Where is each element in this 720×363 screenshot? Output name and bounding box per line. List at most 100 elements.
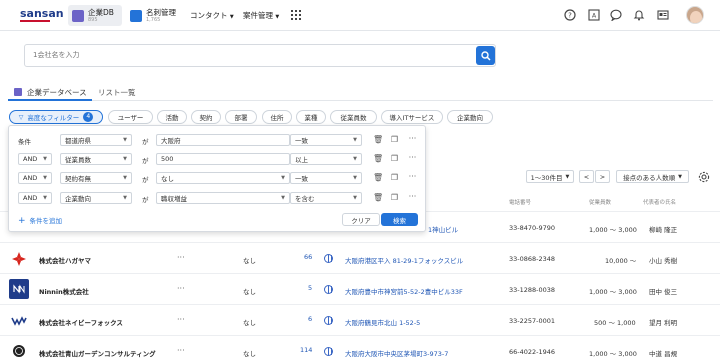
- copy-condition-icon[interactable]: ❐: [390, 135, 399, 145]
- active-tab-indicator: [8, 99, 92, 101]
- chevron-down-icon: ▼: [678, 173, 682, 180]
- company-address[interactable]: 大阪府鶴見市北山 1-52-5: [345, 317, 420, 327]
- more-options-icon[interactable]: ···: [408, 192, 417, 202]
- chevron-down-icon: ▼: [281, 195, 285, 201]
- select-value: AND: [23, 155, 38, 163]
- row-more-icon[interactable]: ···: [177, 346, 185, 355]
- menu-deals[interactable]: 案件管理 ▼: [243, 10, 279, 21]
- chat-icon[interactable]: [609, 8, 623, 22]
- settings-gear-icon[interactable]: [697, 170, 711, 184]
- database-icon: [14, 88, 22, 96]
- filter-value-input[interactable]: 500: [156, 153, 290, 165]
- company-address[interactable]: 大阪府大阪市中央区茅場町3-973-7: [345, 348, 448, 358]
- row-more-icon[interactable]: ···: [177, 315, 185, 324]
- row-divider: [0, 242, 720, 243]
- advanced-filter-chip[interactable]: ▽ 高度なフィルター 4: [9, 110, 103, 124]
- column-header-phone[interactable]: 電話番号: [509, 198, 531, 206]
- sansan-logo[interactable]: sansan: [20, 7, 64, 20]
- tab-company-database[interactable]: 企業データベース: [14, 84, 87, 100]
- row-more-icon[interactable]: ···: [177, 284, 185, 293]
- hagayama-logo-icon: [9, 249, 29, 269]
- filter-value-input[interactable]: 大阪府: [156, 134, 290, 146]
- clear-button[interactable]: クリア: [342, 213, 380, 226]
- website-globe-icon[interactable]: [324, 285, 333, 294]
- column-header-employees[interactable]: 従業員数: [589, 198, 611, 206]
- chip-address[interactable]: 住所: [262, 110, 292, 124]
- more-options-icon[interactable]: ···: [408, 134, 417, 144]
- column-header-representative[interactable]: 代表者の氏名: [643, 198, 676, 206]
- delete-condition-icon[interactable]: 🗑: [373, 154, 383, 164]
- company-name[interactable]: 株式会社ネイビーフォックス: [39, 317, 123, 327]
- filter-search-button[interactable]: 検索: [381, 213, 418, 226]
- contract-status: なし: [243, 350, 256, 358]
- company-name[interactable]: 株式会社青山ガーデンコンサルティング: [39, 348, 156, 358]
- chip-activity[interactable]: 活動: [157, 110, 187, 124]
- sort-select[interactable]: 接点のある人数順 ▼: [616, 170, 689, 183]
- website-globe-icon[interactable]: [324, 254, 333, 263]
- company-address[interactable]: 1神山ビル: [428, 224, 458, 234]
- select-value: 職収増益: [161, 195, 187, 203]
- chip-label: 活動: [165, 114, 179, 122]
- app-company-db[interactable]: 企業DB 895: [68, 5, 122, 26]
- copy-condition-icon[interactable]: ❐: [390, 173, 399, 183]
- filter-field-select[interactable]: 企業動向 ▼: [60, 192, 132, 204]
- logic-select[interactable]: AND ▼: [18, 192, 52, 204]
- chevron-down-icon: ▼: [123, 195, 127, 201]
- delete-condition-icon[interactable]: 🗑: [373, 173, 383, 183]
- more-options-icon[interactable]: ···: [408, 153, 417, 163]
- menu-contact[interactable]: コンタクト ▼: [190, 10, 234, 21]
- contact-count[interactable]: 114: [300, 346, 312, 354]
- company-address[interactable]: 大阪府豊中市神宮前5-52-2豊中ビル33F: [345, 286, 463, 296]
- company-address[interactable]: 大阪府港区平入 81-29-1フォックスビル: [345, 255, 463, 265]
- filter-value-select[interactable]: なし ▼: [156, 172, 290, 184]
- company-name[interactable]: Ninnin株式会社: [39, 286, 89, 296]
- add-condition-button[interactable]: + 条件を追加: [18, 215, 62, 226]
- row-more-icon[interactable]: ···: [177, 253, 185, 262]
- search-icon: [480, 50, 491, 61]
- chip-user[interactable]: ユーザー: [108, 110, 153, 124]
- translate-icon[interactable]: A: [587, 8, 601, 22]
- company-name[interactable]: 株式会社ハガヤマ: [39, 255, 91, 265]
- chip-company-trend[interactable]: 企業動向: [447, 110, 493, 124]
- ga-label: が: [142, 157, 149, 165]
- website-globe-icon[interactable]: [324, 347, 333, 356]
- next-page-button[interactable]: >: [595, 170, 610, 183]
- delete-condition-icon[interactable]: 🗑: [373, 135, 383, 145]
- filter-field-select[interactable]: 都道府県 ▼: [60, 134, 132, 146]
- more-options-icon[interactable]: ···: [408, 172, 417, 182]
- company-employees: 1,000 〜 3,000: [589, 288, 637, 296]
- profile-card-icon[interactable]: [656, 8, 670, 22]
- chip-department[interactable]: 部署: [225, 110, 257, 124]
- contact-count[interactable]: 6: [308, 315, 312, 323]
- filter-operator-select[interactable]: を含む ▼: [290, 192, 362, 204]
- filter-operator-select[interactable]: 一致 ▼: [290, 134, 362, 146]
- user-avatar[interactable]: [686, 6, 704, 24]
- filter-field-select[interactable]: 従業員数 ▼: [60, 153, 132, 165]
- chip-contract[interactable]: 契約: [191, 110, 221, 124]
- copy-condition-icon[interactable]: ❐: [390, 154, 399, 164]
- chip-it-services[interactable]: 導入ITサービス: [381, 110, 443, 124]
- chip-industry[interactable]: 業種: [296, 110, 326, 124]
- app-grid-icon[interactable]: [289, 8, 303, 22]
- filter-operator-select[interactable]: 一致 ▼: [290, 172, 362, 184]
- contact-count[interactable]: 5: [308, 284, 312, 292]
- bell-icon[interactable]: [632, 8, 646, 22]
- delete-condition-icon[interactable]: 🗑: [373, 193, 383, 203]
- copy-condition-icon[interactable]: ❐: [390, 193, 399, 203]
- chevron-down-icon: ▼: [229, 14, 234, 20]
- prev-page-button[interactable]: <: [579, 170, 594, 183]
- help-icon[interactable]: ?: [563, 8, 577, 22]
- app-card-management[interactable]: 名刺管理 1,765: [126, 5, 180, 26]
- website-globe-icon[interactable]: [324, 316, 333, 325]
- filter-field-select[interactable]: 契約有無 ▼: [60, 172, 132, 184]
- company-search-input[interactable]: [33, 51, 453, 59]
- logic-select[interactable]: AND ▼: [18, 172, 52, 184]
- filter-operator-select[interactable]: 以上 ▼: [290, 153, 362, 165]
- logic-select[interactable]: AND ▼: [18, 153, 52, 165]
- page-range-select[interactable]: 1〜30件目 ▼: [526, 170, 574, 183]
- tab-list[interactable]: リスト一覧: [98, 84, 136, 100]
- filter-value-select[interactable]: 職収増益 ▼: [156, 192, 290, 204]
- search-button[interactable]: [476, 46, 495, 65]
- chip-employees[interactable]: 従業員数: [330, 110, 377, 124]
- contact-count[interactable]: 66: [304, 253, 312, 261]
